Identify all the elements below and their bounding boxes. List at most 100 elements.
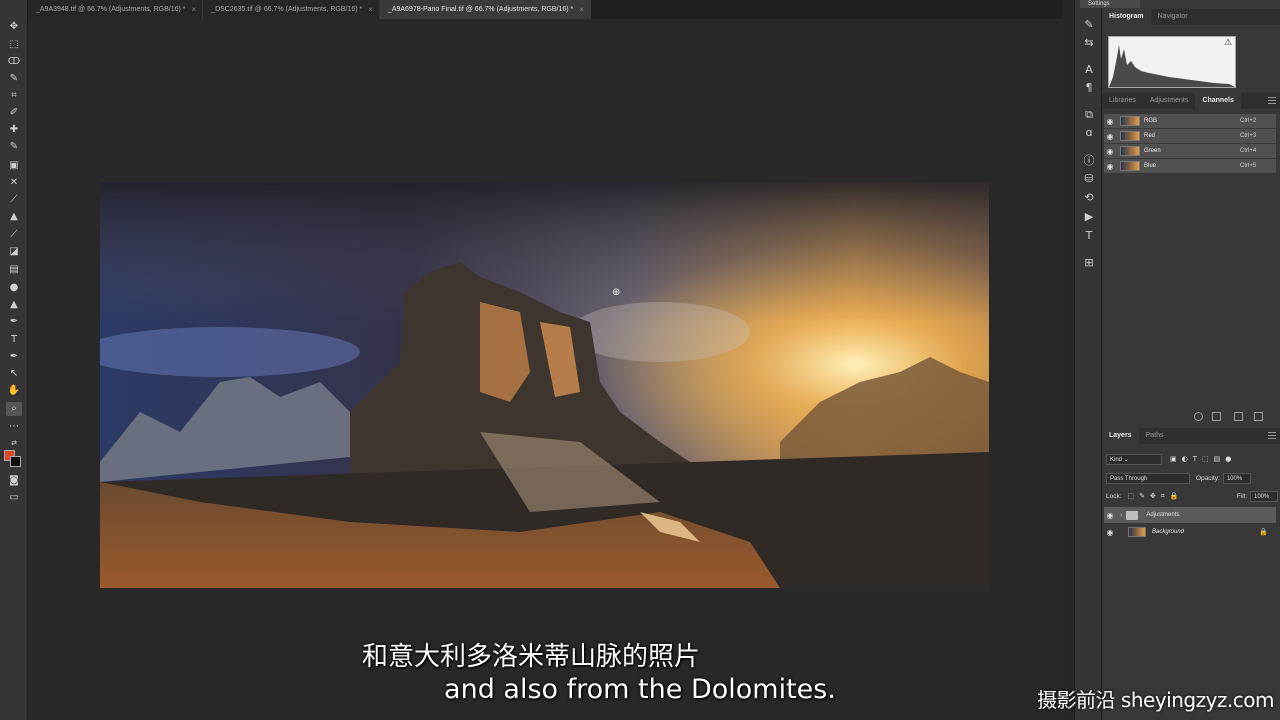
channel-row-rgb[interactable]: ◉ RGB Ctrl+2: [1104, 114, 1276, 129]
filter-icons[interactable]: ▣◐T⬚▤●: [1170, 455, 1236, 463]
visibility-eye-icon[interactable]: ◉: [1104, 528, 1116, 537]
panel-menu-icon[interactable]: [1268, 97, 1276, 104]
visibility-eye-icon[interactable]: ◉: [1104, 117, 1116, 126]
layer-row-adjustments[interactable]: ◉ › Adjustments: [1104, 507, 1276, 523]
filter-kind-select[interactable]: Kind ⌄: [1106, 453, 1162, 465]
tab-navigator[interactable]: Navigator: [1151, 9, 1195, 25]
visibility-eye-icon[interactable]: ◉: [1104, 132, 1116, 141]
tab-layers[interactable]: Layers: [1102, 428, 1139, 444]
panel-gutter: [1062, 0, 1074, 720]
crop-tool-icon[interactable]: ⌗: [6, 89, 22, 103]
clone-source-icon[interactable]: ⧉: [1081, 108, 1097, 122]
eyedropper-tool-icon[interactable]: ✐: [6, 106, 22, 120]
channel-row-green[interactable]: ◉ Green Ctrl+4: [1104, 144, 1276, 159]
paragraph-icon[interactable]: ¶: [1081, 81, 1097, 95]
close-icon[interactable]: ×: [579, 5, 584, 14]
dodge-tool-icon[interactable]: ▲: [6, 298, 22, 312]
brush-tool-icon[interactable]: ✎: [6, 140, 22, 154]
blur-tool-icon[interactable]: ●: [6, 281, 22, 295]
direct-select-tool-icon[interactable]: ↖: [6, 367, 22, 381]
type-tool-icon[interactable]: T: [6, 333, 22, 347]
channel-thumbnail: [1120, 131, 1140, 141]
tab-document-3[interactable]: _A9A6978-Pano Final.tif @ 66.7% (Adjustm…: [379, 0, 591, 19]
dolomites-panorama-image: [100, 182, 989, 588]
channel-name: Red: [1144, 133, 1156, 139]
visibility-eye-icon[interactable]: ◉: [1104, 162, 1116, 171]
channel-name: RGB: [1144, 118, 1158, 124]
background-color-swatch[interactable]: [10, 456, 21, 467]
blend-mode-select[interactable]: Pass Through: [1106, 472, 1190, 484]
brush-presets-icon[interactable]: ⇆: [1081, 36, 1097, 50]
lasso-tool-icon[interactable]: ↀ: [6, 55, 22, 69]
lock-icon[interactable]: 🔒: [1259, 528, 1268, 536]
hand-tool-icon[interactable]: ✋: [6, 384, 22, 398]
channel-row-red[interactable]: ◉ Red Ctrl+3: [1104, 129, 1276, 144]
layers-panel-tabs: Layers Paths: [1102, 428, 1280, 444]
comp-icon[interactable]: ⊞: [1081, 256, 1097, 270]
tab-paths[interactable]: Paths: [1139, 428, 1171, 444]
visibility-eye-icon[interactable]: ◉: [1104, 511, 1116, 520]
layer-filter-row: Kind ⌄ ▣◐T⬚▤●: [1106, 451, 1236, 467]
tab-document-2[interactable]: _DSC2635.tif @ 66.7% (Adjustments, RGB/1…: [203, 0, 380, 19]
history-brush-tool-icon[interactable]: ✕: [6, 176, 22, 190]
swap-colors-icon[interactable]: ⇄: [6, 436, 22, 450]
stamp-alt-tool-icon[interactable]: ▲: [6, 210, 22, 224]
properties-icon[interactable]: ⛁: [1081, 172, 1097, 186]
layer-name: Adjustments: [1146, 512, 1180, 518]
type-tool-preset-icon[interactable]: T: [1081, 229, 1097, 243]
close-icon[interactable]: ×: [192, 5, 197, 14]
new-channel-icon[interactable]: [1234, 412, 1243, 421]
blend-row: Pass Through Opacity: 100%: [1106, 470, 1278, 486]
history-icon[interactable]: ⟲: [1081, 191, 1097, 205]
quick-select-tool-icon[interactable]: ✎: [6, 72, 22, 86]
document-image[interactable]: [100, 182, 989, 588]
tab-libraries[interactable]: Libraries: [1102, 93, 1143, 109]
histogram-graph: [1108, 36, 1236, 88]
brush-settings-icon[interactable]: ✎: [1081, 18, 1097, 32]
more-tools-icon[interactable]: ⋯: [6, 420, 22, 434]
panel-menu-icon[interactable]: [1268, 432, 1276, 439]
zoom-tool-icon[interactable]: ⌕: [6, 402, 22, 416]
layer-thumbnail: [1128, 527, 1146, 537]
tab-histogram[interactable]: Histogram: [1102, 9, 1151, 25]
pen-tool-icon[interactable]: ✒: [6, 315, 22, 329]
stamp-tool-icon[interactable]: ▣: [6, 159, 22, 173]
opacity-label: Opacity:: [1196, 474, 1220, 482]
close-icon[interactable]: ×: [368, 5, 373, 14]
healing-brush-tool-icon[interactable]: ✚: [6, 123, 22, 137]
glyphs-icon[interactable]: ɑ: [1081, 126, 1097, 140]
lock-icons[interactable]: ⬚✎✥⌗🔒: [1128, 492, 1184, 501]
layer-row-background[interactable]: ◉ Background 🔒: [1104, 524, 1276, 540]
zoom-cursor-icon: ⊕: [612, 287, 621, 298]
load-selection-icon[interactable]: [1194, 412, 1203, 421]
tab-adjustments[interactable]: Adjustments: [1143, 93, 1196, 109]
move-tool-icon[interactable]: ✥: [6, 20, 22, 34]
character-icon[interactable]: A: [1081, 63, 1097, 77]
blend-mode-value: Pass Through: [1110, 475, 1148, 482]
channel-shortcut: Ctrl+3: [1240, 133, 1257, 139]
marquee-tool-icon[interactable]: ⬚: [6, 38, 22, 52]
opacity-value: 100%: [1226, 475, 1243, 482]
warning-icon[interactable]: ⚠: [1224, 38, 1232, 48]
path-select-tool-icon[interactable]: ✒: [6, 350, 22, 364]
save-selection-icon[interactable]: [1212, 412, 1221, 421]
channel-row-blue[interactable]: ◉ Blue Ctrl+5: [1104, 159, 1276, 174]
smudge-tool-icon[interactable]: ⟋: [6, 228, 22, 242]
tab-channels[interactable]: Channels: [1195, 93, 1241, 109]
delete-channel-icon[interactable]: [1254, 412, 1263, 421]
photoshop-window: ✥ ⬚ ↀ ✎ ⌗ ✐ ✚ ✎ ▣ ✕ ⟋ ▲ ⟋ ◪ ▤ ● ▲ ✒ T ✒ …: [0, 0, 1280, 720]
quick-mask-icon[interactable]: ◙: [6, 474, 22, 488]
eraser-alt-tool-icon[interactable]: ◪: [6, 245, 22, 259]
info-icon[interactable]: ⓘ: [1081, 154, 1097, 168]
gradient-tool-icon[interactable]: ▤: [6, 263, 22, 277]
eraser-tool-icon[interactable]: ⟋: [6, 193, 22, 207]
expand-chevron-icon[interactable]: ›: [1120, 512, 1122, 519]
visibility-eye-icon[interactable]: ◉: [1104, 147, 1116, 156]
tab-document-1[interactable]: _A9A3948.tif @ 66.7% (Adjustments, RGB/1…: [28, 0, 204, 19]
screen-mode-icon[interactable]: ▭: [6, 491, 22, 505]
fill-input[interactable]: 100%: [1250, 490, 1278, 502]
layer-name: Background: [1152, 529, 1185, 535]
opacity-input[interactable]: 100%: [1222, 472, 1251, 484]
settings-chip[interactable]: Settings: [1080, 0, 1140, 8]
actions-icon[interactable]: ▶: [1081, 210, 1097, 224]
